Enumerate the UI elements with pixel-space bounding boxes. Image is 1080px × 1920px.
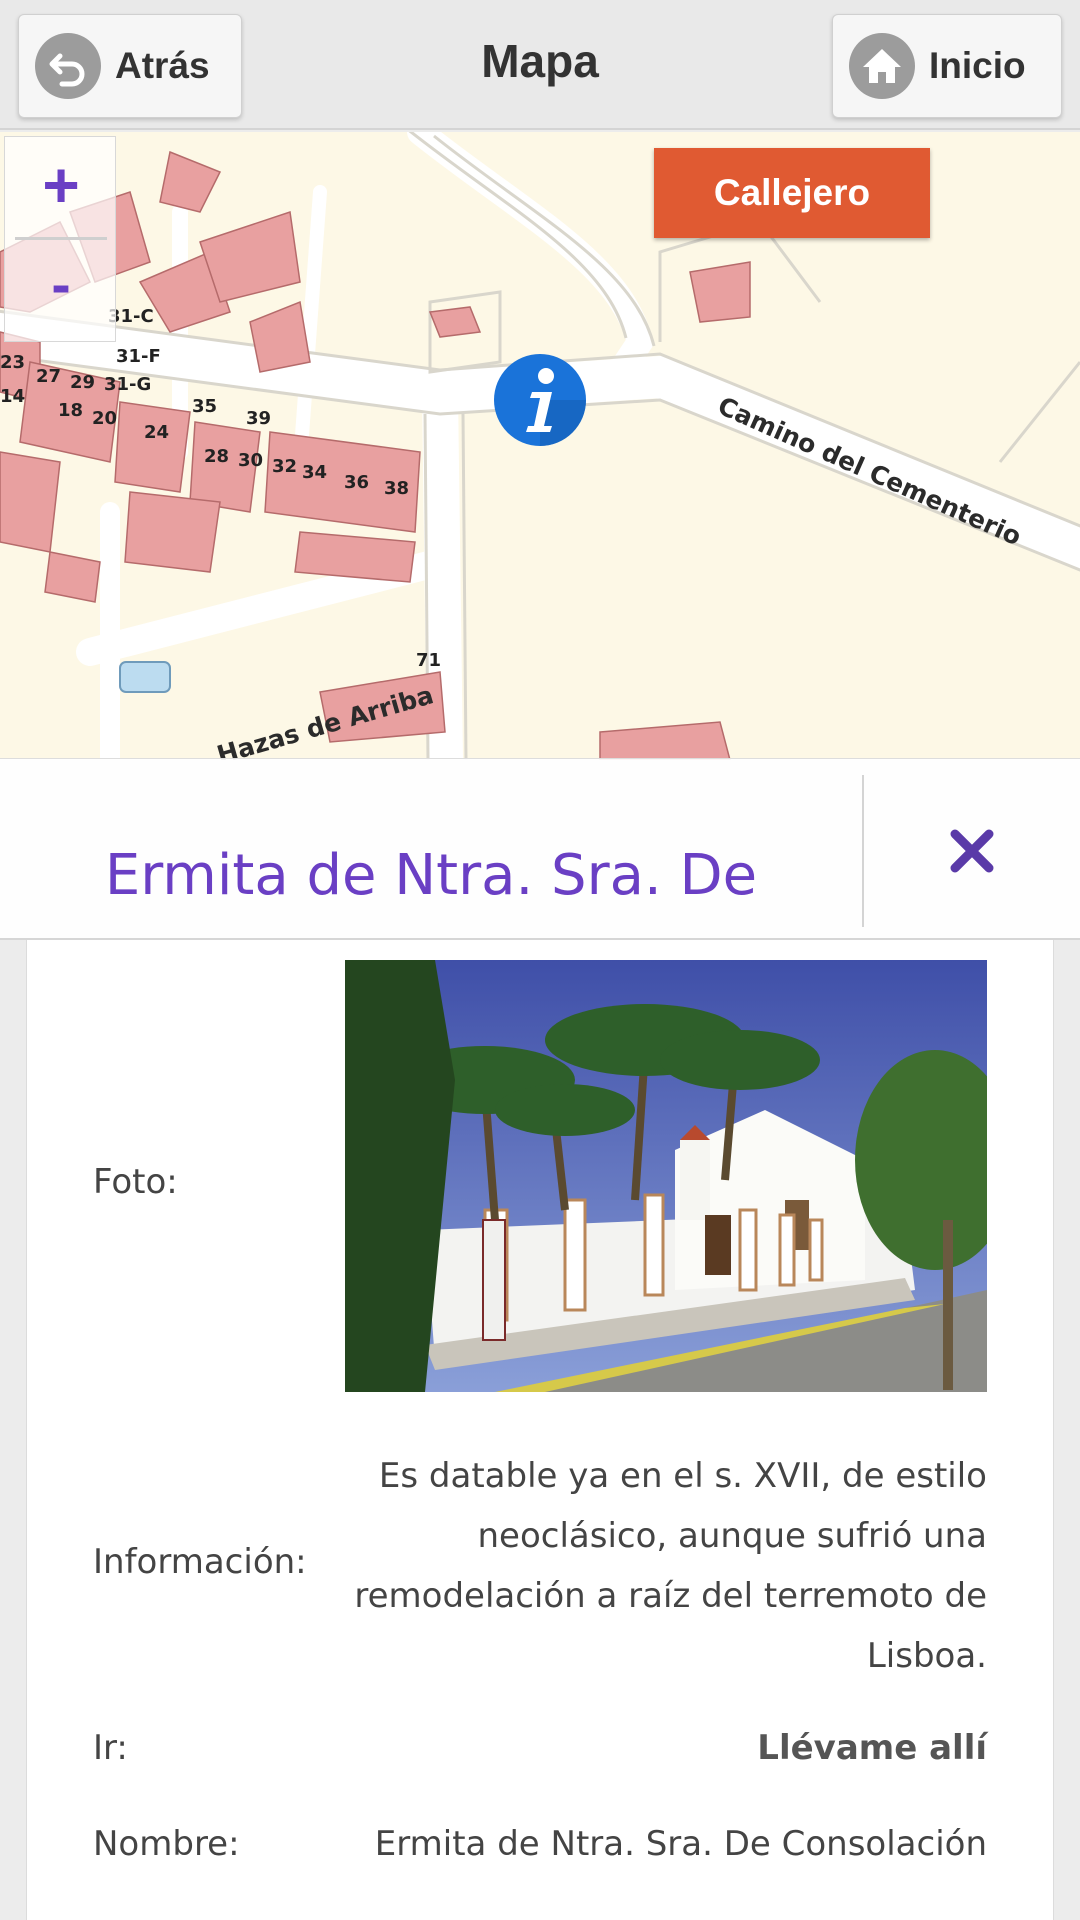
- directions-link[interactable]: Llévame allí: [757, 1728, 987, 1768]
- house-number: 71: [416, 650, 441, 671]
- house-number: 30: [238, 450, 263, 471]
- map-view[interactable]: 31-C 31-F 31-G 23 27 29 14 18 20 24 35 3…: [0, 132, 1080, 760]
- house-number: 14: [0, 386, 25, 407]
- zoom-divider: [15, 237, 107, 240]
- name-label: Nombre:: [93, 1824, 240, 1864]
- top-bar: Atrás Mapa Inicio: [0, 0, 1080, 130]
- house-number: 27: [36, 366, 61, 387]
- zoom-in-button[interactable]: +: [5, 137, 117, 237]
- house-number: 32: [272, 456, 297, 477]
- house-number: 38: [384, 478, 409, 499]
- home-button[interactable]: Inicio: [832, 14, 1062, 118]
- name-value: Ermita de Ntra. Sra. De Consolación: [374, 1824, 987, 1864]
- house-number: 29: [70, 372, 95, 393]
- house-number: 24: [144, 422, 169, 443]
- street-label-camino: Camino del Cementerio: [714, 391, 1026, 551]
- house-number: 34: [302, 462, 327, 483]
- house-number: 36: [344, 472, 369, 493]
- callejero-button[interactable]: Callejero: [654, 148, 930, 238]
- close-button[interactable]: [864, 775, 1080, 927]
- zoom-out-button[interactable]: -: [5, 241, 117, 341]
- info-text: Es datable ya en el s. XVII, de estilo n…: [354, 1456, 987, 1676]
- callejero-button-label: Callejero: [713, 172, 871, 213]
- house-number: 28: [204, 446, 229, 467]
- house-number: 18: [58, 400, 83, 421]
- popup-header: Ermita de Ntra. Sra. De: [0, 758, 1080, 940]
- house-number: 39: [246, 408, 271, 429]
- house-number: 31-F: [116, 346, 161, 367]
- popup-title: Ermita de Ntra. Sra. De: [104, 843, 758, 908]
- house-number: 23: [0, 352, 25, 373]
- zoom-control: + -: [4, 136, 116, 342]
- info-label: Información:: [93, 1542, 307, 1582]
- house-number: 31-G: [104, 374, 151, 395]
- house-number: 35: [192, 396, 217, 417]
- go-label: Ir:: [93, 1728, 128, 1768]
- home-button-label: Inicio: [929, 45, 1026, 86]
- house-number: 20: [92, 408, 117, 429]
- home-icon: [849, 33, 915, 99]
- photo-label: Foto:: [93, 1162, 178, 1202]
- chapel-photo: [345, 960, 987, 1392]
- info-marker-icon[interactable]: [492, 352, 588, 448]
- close-icon: [950, 829, 994, 873]
